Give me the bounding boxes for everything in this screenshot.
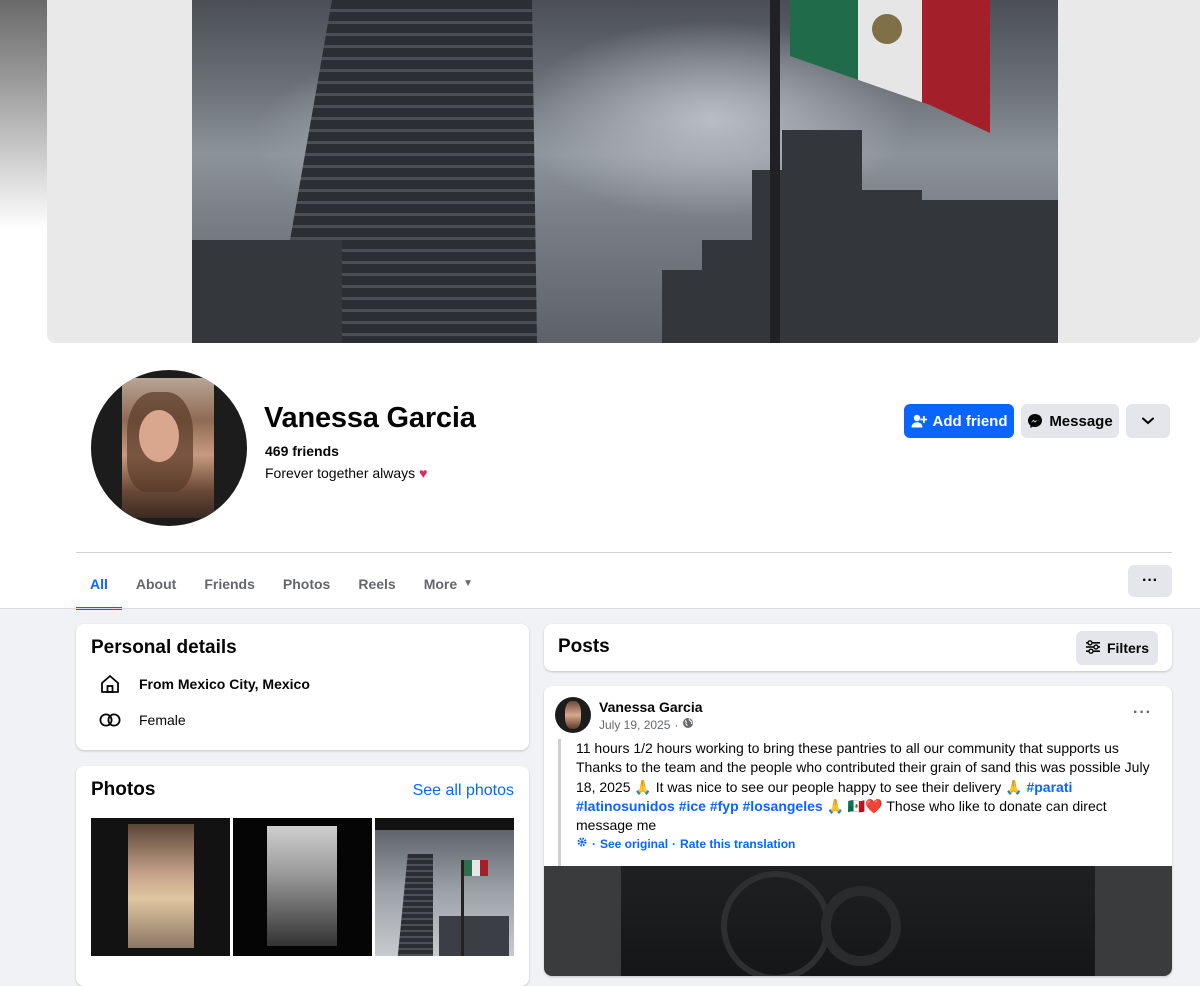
tab-all[interactable]: All	[76, 560, 122, 610]
header-bottom-border	[0, 608, 1200, 609]
photo-content	[267, 826, 337, 946]
flag-emblem	[872, 14, 902, 44]
hashtag-link[interactable]: #parati	[1026, 779, 1072, 795]
detail-gender: Female	[98, 708, 186, 732]
filters-button[interactable]: Filters	[1076, 631, 1158, 665]
building-base-shape	[192, 240, 342, 343]
post-author-name[interactable]: Vanessa Garcia	[599, 699, 703, 715]
personal-details-title: Personal details	[91, 637, 237, 658]
personal-details-card: Personal details From Mexico City, Mexic…	[76, 624, 529, 750]
photos-card: Photos See all photos	[76, 766, 529, 986]
avatar-face-shape	[139, 410, 179, 462]
gender-icon	[98, 708, 122, 732]
tab-label: All	[90, 575, 108, 592]
messenger-icon	[1027, 413, 1043, 429]
filters-icon	[1085, 639, 1101, 657]
gear-icon	[576, 836, 588, 851]
translation-links: · See original · Rate this translation	[576, 836, 795, 851]
post-author-avatar[interactable]	[555, 697, 591, 733]
meta-separator: ·	[672, 836, 677, 851]
bio-text: Forever together always	[265, 465, 416, 481]
heart-emoji-icon: ♥	[419, 465, 428, 481]
photo-content	[128, 824, 194, 948]
hometown-prefix: From	[139, 676, 174, 692]
hashtag-link[interactable]: #latinosunidos	[576, 798, 675, 814]
filters-label: Filters	[1106, 640, 1149, 656]
meta-separator: ·	[674, 717, 679, 732]
cover-photo-container[interactable]	[47, 0, 1200, 343]
photo-flag	[464, 860, 488, 876]
message-button[interactable]: Message	[1021, 404, 1119, 438]
tab-label: Friends	[204, 575, 255, 592]
flag-red-stripe	[922, 0, 990, 133]
flag-pole-shape	[770, 0, 780, 343]
post-media[interactable]	[544, 866, 1172, 976]
left-edge-shadow	[0, 0, 47, 230]
post-options-button[interactable]: ···	[1133, 704, 1152, 722]
photo-building	[439, 916, 509, 956]
tab-photos[interactable]: Photos	[269, 560, 344, 607]
meta-separator: ·	[592, 836, 596, 851]
post-image	[621, 866, 1095, 976]
dash-dial-shape	[821, 886, 901, 966]
cover-photo[interactable]	[192, 0, 1058, 343]
see-all-photos-link[interactable]: See all photos	[413, 782, 514, 800]
profile-avatar[interactable]	[89, 368, 249, 528]
hashtag-link[interactable]: #ice	[679, 798, 706, 814]
profile-tabs: All About Friends Photos Reels More ▼	[76, 560, 487, 610]
photo-thumbnail[interactable]	[91, 818, 230, 956]
tab-label: About	[135, 575, 177, 592]
gender-text: Female	[139, 712, 186, 728]
posts-title: Posts	[558, 636, 610, 657]
post-text: 11 hours 1/2 hours working to bring thes…	[576, 739, 1156, 835]
photos-title: Photos	[91, 779, 156, 800]
add-friend-button[interactable]: Add friend	[904, 404, 1014, 438]
friends-count-link[interactable]: 469 friends	[265, 443, 339, 459]
chevron-down-icon	[1142, 417, 1154, 425]
post-card: Vanessa Garcia July 19, 2025 · ··· 11 ho…	[544, 686, 1172, 976]
tab-friends[interactable]: Friends	[190, 560, 269, 607]
rate-translation-link[interactable]: Rate this translation	[680, 837, 795, 851]
tab-about[interactable]: About	[122, 560, 190, 607]
see-original-link[interactable]: See original	[600, 837, 668, 851]
steering-wheel-shape	[721, 871, 831, 976]
profile-bio: Forever together always ♥	[265, 465, 427, 481]
profile-more-button[interactable]	[1126, 404, 1170, 438]
tab-label: More	[423, 575, 458, 592]
tab-label: Photos	[282, 575, 331, 592]
tabs-overflow-button[interactable]: ···	[1128, 565, 1172, 597]
caret-down-icon: ▼	[463, 578, 474, 589]
photos-grid	[91, 818, 514, 956]
photo-thumbnail[interactable]	[375, 818, 514, 956]
post-date[interactable]: July 19, 2025	[599, 718, 670, 732]
photo-thumbnail[interactable]	[233, 818, 372, 956]
home-icon	[98, 672, 122, 696]
hometown-link[interactable]: Mexico City, Mexico	[178, 676, 310, 692]
posts-header-card: Posts Filters	[544, 624, 1172, 671]
post-avatar-photo	[565, 701, 581, 729]
detail-hometown: From Mexico City, Mexico	[98, 672, 310, 696]
hashtag-link[interactable]: #losangeles	[743, 798, 823, 814]
header-divider	[76, 552, 1172, 553]
tab-label: Reels	[358, 575, 396, 592]
message-label: Message	[1049, 412, 1113, 430]
globe-icon	[682, 717, 694, 732]
add-friend-icon	[911, 413, 927, 429]
translation-bar	[558, 739, 561, 872]
tab-reels[interactable]: Reels	[344, 560, 409, 607]
tab-more[interactable]: More ▼	[410, 560, 487, 607]
post-meta: July 19, 2025 ·	[599, 717, 694, 732]
profile-name: Vanessa Garcia	[264, 402, 476, 434]
add-friend-label: Add friend	[932, 412, 1008, 430]
hashtag-link[interactable]: #fyp	[710, 798, 739, 814]
hometown-text: From Mexico City, Mexico	[139, 676, 310, 692]
